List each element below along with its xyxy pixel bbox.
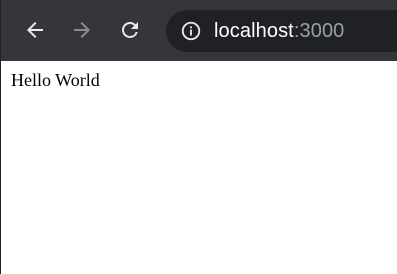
page-content: Hello World: [1, 61, 397, 274]
url-port: :3000: [293, 19, 345, 42]
forward-button[interactable]: [64, 12, 100, 48]
back-button[interactable]: [17, 12, 53, 48]
arrow-left-icon: [27, 22, 43, 38]
info-circle-icon[interactable]: [180, 20, 202, 42]
browser-window: localhost:3000 Hello World: [0, 0, 397, 274]
browser-toolbar: localhost:3000: [1, 0, 397, 61]
arrow-right-icon: [74, 22, 90, 38]
address-bar[interactable]: localhost:3000: [166, 10, 397, 52]
reload-button[interactable]: [112, 12, 148, 48]
url-text[interactable]: localhost:3000: [214, 20, 344, 43]
url-host: localhost: [214, 19, 294, 42]
hello-world-text: Hello World: [11, 70, 100, 90]
reload-icon: [122, 22, 138, 38]
